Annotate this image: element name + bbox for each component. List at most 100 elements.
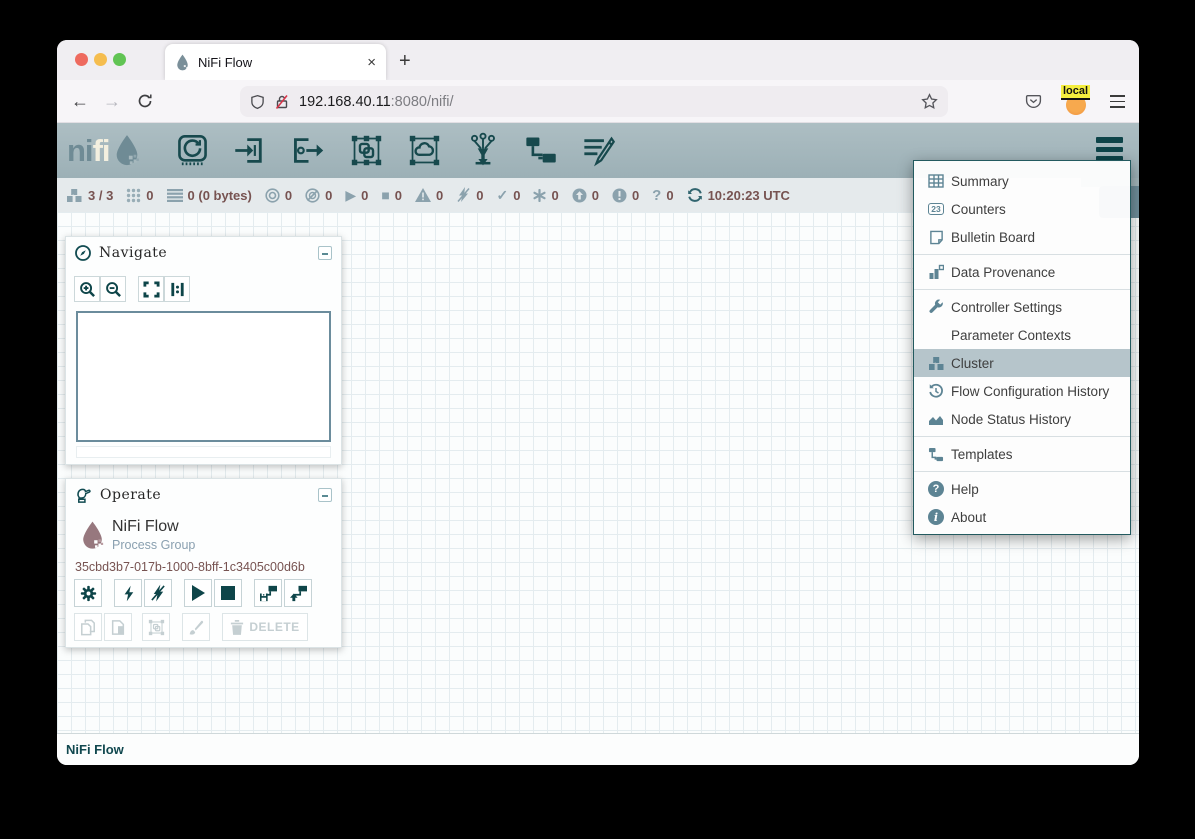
status-invalid: 0 xyxy=(415,188,443,203)
label-component-button[interactable] xyxy=(577,131,621,171)
shield-icon[interactable] xyxy=(250,94,265,110)
menu-separator xyxy=(914,436,1130,437)
zoom-actual-size-button[interactable] xyxy=(164,276,190,302)
menu-item-about[interactable]: i About xyxy=(914,503,1130,531)
new-tab-button[interactable]: + xyxy=(399,50,411,73)
menu-item-summary[interactable]: Summary xyxy=(914,167,1130,195)
browser-menu-icon[interactable] xyxy=(1110,95,1125,107)
menu-separator xyxy=(914,471,1130,472)
menu-item-data-provenance[interactable]: Data Provenance xyxy=(914,258,1130,286)
copy-button[interactable] xyxy=(74,613,102,641)
locally-modified-stale-icon xyxy=(612,188,627,203)
sync-failure-icon: ? xyxy=(652,188,661,203)
funnel-component-button[interactable] xyxy=(461,131,505,171)
disabled-icon xyxy=(456,187,471,203)
about-icon: i xyxy=(926,509,946,525)
zoom-out-button[interactable] xyxy=(100,276,126,302)
back-icon[interactable]: ← xyxy=(71,91,89,112)
menu-item-node-status-history[interactable]: Node Status History xyxy=(914,405,1130,433)
save-template-button[interactable] xyxy=(254,579,282,607)
browser-tab[interactable]: NiFi Flow × xyxy=(165,44,386,80)
refresh-icon[interactable] xyxy=(687,187,703,203)
delete-label: DELETE xyxy=(249,620,299,634)
minimize-window-button[interactable] xyxy=(94,53,107,66)
navigate-panel: Navigate xyxy=(65,236,342,465)
menu-separator xyxy=(914,289,1130,290)
input-port-component-button[interactable] xyxy=(229,131,273,171)
status-stale: 0 xyxy=(572,188,599,203)
color-button[interactable] xyxy=(182,613,210,641)
menu-item-templates[interactable]: Templates xyxy=(914,440,1130,468)
status-sync-failure: ? 0 xyxy=(652,188,673,203)
bookmark-star-icon[interactable] xyxy=(921,93,938,110)
upload-template-button[interactable] xyxy=(284,579,312,607)
birdseye-view[interactable] xyxy=(76,311,331,442)
process-group-component-button[interactable] xyxy=(345,131,389,171)
pocket-icon[interactable] xyxy=(1025,94,1042,109)
menu-item-help[interactable]: ? Help xyxy=(914,475,1130,503)
help-icon: ? xyxy=(926,481,946,497)
disable-button[interactable] xyxy=(144,579,172,607)
container-avatar[interactable]: local xyxy=(1064,89,1088,115)
tab-close-icon[interactable]: × xyxy=(367,54,376,71)
menu-item-flow-configuration-history[interactable]: Flow Configuration History xyxy=(914,377,1130,405)
collapse-operate-button[interactable] xyxy=(318,488,332,502)
url-text[interactable]: 192.168.40.11:8080/nifi/ xyxy=(299,94,454,110)
navigate-title: Navigate xyxy=(99,245,310,261)
output-port-component-button[interactable] xyxy=(287,131,331,171)
menu-item-bulletin-board[interactable]: Bulletin Board xyxy=(914,223,1130,251)
menu-item-controller-settings[interactable]: Controller Settings xyxy=(914,293,1130,321)
flow-configuration-history-icon xyxy=(926,383,946,399)
status-disabled: 0 xyxy=(456,187,483,203)
template-component-button[interactable] xyxy=(519,131,563,171)
zoom-in-button[interactable] xyxy=(74,276,100,302)
cluster-icon xyxy=(926,356,946,371)
menu-item-cluster[interactable]: Cluster xyxy=(914,349,1130,377)
selection-id[interactable]: 35cbd3b7-017b-1000-8bff-1c3405c00d6b xyxy=(75,560,305,574)
enable-button[interactable] xyxy=(114,579,142,607)
paste-button[interactable] xyxy=(104,613,132,641)
close-window-button[interactable] xyxy=(75,53,88,66)
collapse-navigate-button[interactable] xyxy=(318,246,332,260)
configure-button[interactable] xyxy=(74,579,102,607)
compass-icon xyxy=(75,245,91,261)
controller-settings-icon xyxy=(926,299,946,315)
status-active-threads: 0 xyxy=(126,188,153,203)
stop-button[interactable] xyxy=(214,579,242,607)
status-transmitting: 0 xyxy=(265,188,292,203)
status-refresh: 10:20:23 UTC xyxy=(687,187,790,203)
stale-icon xyxy=(572,188,587,203)
status-locally-modified-stale: 0 xyxy=(612,188,639,203)
breadcrumb[interactable]: NiFi Flow xyxy=(66,742,124,757)
zoom-fit-button[interactable] xyxy=(138,276,164,302)
forward-icon[interactable]: → xyxy=(103,91,121,112)
zoom-window-button[interactable] xyxy=(113,53,126,66)
status-stopped: ■ 0 xyxy=(381,188,402,203)
reload-icon[interactable] xyxy=(137,93,153,109)
browser-window: NiFi Flow × + ← → 192.168.40.11:8080/nif… xyxy=(57,40,1139,765)
status-up-to-date: ✓ 0 xyxy=(497,188,521,203)
browser-navbar: ← → 192.168.40.11:8080/nifi/ local xyxy=(57,80,1139,123)
start-button[interactable] xyxy=(184,579,212,607)
navbar-right-cluster: local xyxy=(1025,80,1125,123)
delete-button[interactable]: DELETE xyxy=(222,613,308,641)
remote-process-group-component-button[interactable] xyxy=(403,131,447,171)
container-label: local xyxy=(1061,85,1090,100)
running-icon: ▶ xyxy=(345,188,356,202)
menu-item-parameter-contexts[interactable]: Parameter Contexts xyxy=(914,321,1130,349)
status-running: ▶ 0 xyxy=(345,188,368,203)
nifi-global-menu-icon[interactable] xyxy=(1096,137,1123,162)
queued-icon xyxy=(167,189,183,202)
status-locally-modified: 0 xyxy=(533,188,558,203)
processor-component-button[interactable] xyxy=(171,131,215,171)
birdseye-brand-strip xyxy=(76,446,331,458)
stopped-icon: ■ xyxy=(381,188,389,202)
status-queued: 0 (0 bytes) xyxy=(167,188,252,203)
summary-icon xyxy=(926,174,946,188)
insecure-lock-icon[interactable] xyxy=(274,94,290,110)
browser-titlebar: NiFi Flow × + xyxy=(57,40,1139,80)
menu-item-counters[interactable]: 23 Counters xyxy=(914,195,1130,223)
selection-name: NiFi Flow xyxy=(112,518,179,536)
url-bar[interactable]: 192.168.40.11:8080/nifi/ xyxy=(240,86,948,117)
group-button[interactable] xyxy=(142,613,170,641)
